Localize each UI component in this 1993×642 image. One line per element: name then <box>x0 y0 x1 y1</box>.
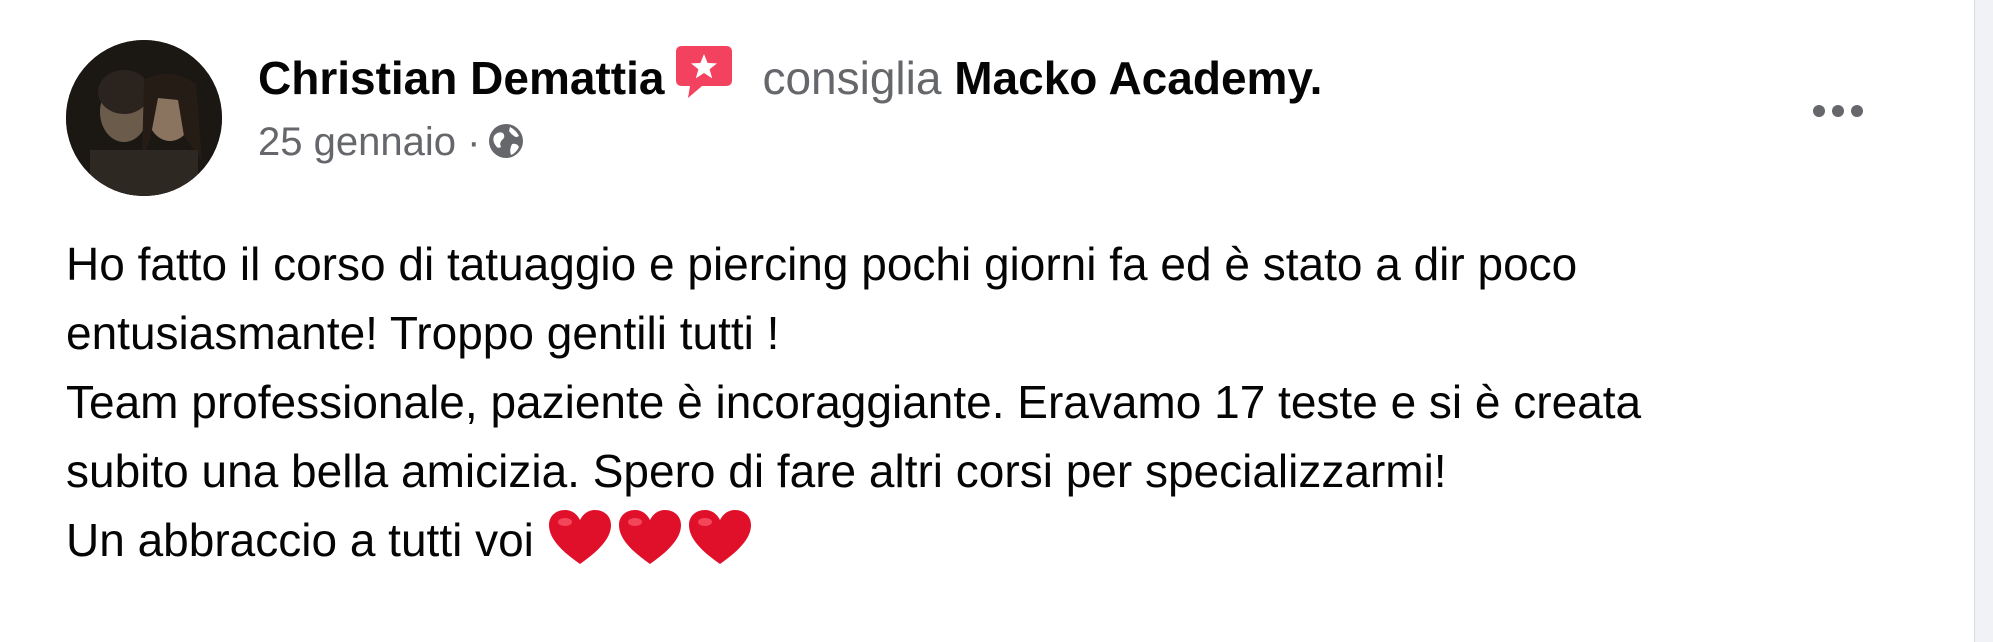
heart-emoji-icon <box>617 508 683 568</box>
meta-separator: · <box>467 120 481 164</box>
recommends-label: consiglia <box>762 52 942 104</box>
post-meta: 25 gennaio · <box>258 116 526 168</box>
post-text-line: entusiasmante! Troppo gentili tutti ! <box>66 307 780 359</box>
author-name[interactable]: Christian Demattia <box>258 52 664 104</box>
post-header: Christian Demattia consiglia Macko Acade… <box>258 42 1322 106</box>
post-text-line: subito una bella amicizia. Spero di fare… <box>66 445 1447 497</box>
post-date[interactable]: 25 gennaio <box>258 120 456 164</box>
recommended-page-name[interactable]: Macko Academy. <box>954 52 1322 104</box>
heart-emoji-icon <box>547 508 613 568</box>
heart-emoji-icon <box>687 508 753 568</box>
recommendation-badge-icon <box>674 42 734 100</box>
post-body: Ho fatto il corso di tatuaggio e piercin… <box>66 230 1946 575</box>
author-avatar[interactable] <box>66 40 222 196</box>
post-text-line: Team professionale, paziente è incoraggi… <box>66 376 1642 428</box>
facebook-recommendation-post: Christian Demattia consiglia Macko Acade… <box>0 0 1993 642</box>
post-text-line-last: Un abbraccio a tutti voi <box>66 506 1946 575</box>
avatar-photo <box>66 40 222 196</box>
globe-icon[interactable] <box>486 121 526 161</box>
post-text-closing: Un abbraccio a tutti voi <box>66 514 534 566</box>
post-text-line: Ho fatto il corso di tatuaggio e piercin… <box>66 238 1578 290</box>
scrollbar-track[interactable] <box>1974 0 1993 642</box>
more-options-icon[interactable] <box>1806 92 1870 130</box>
